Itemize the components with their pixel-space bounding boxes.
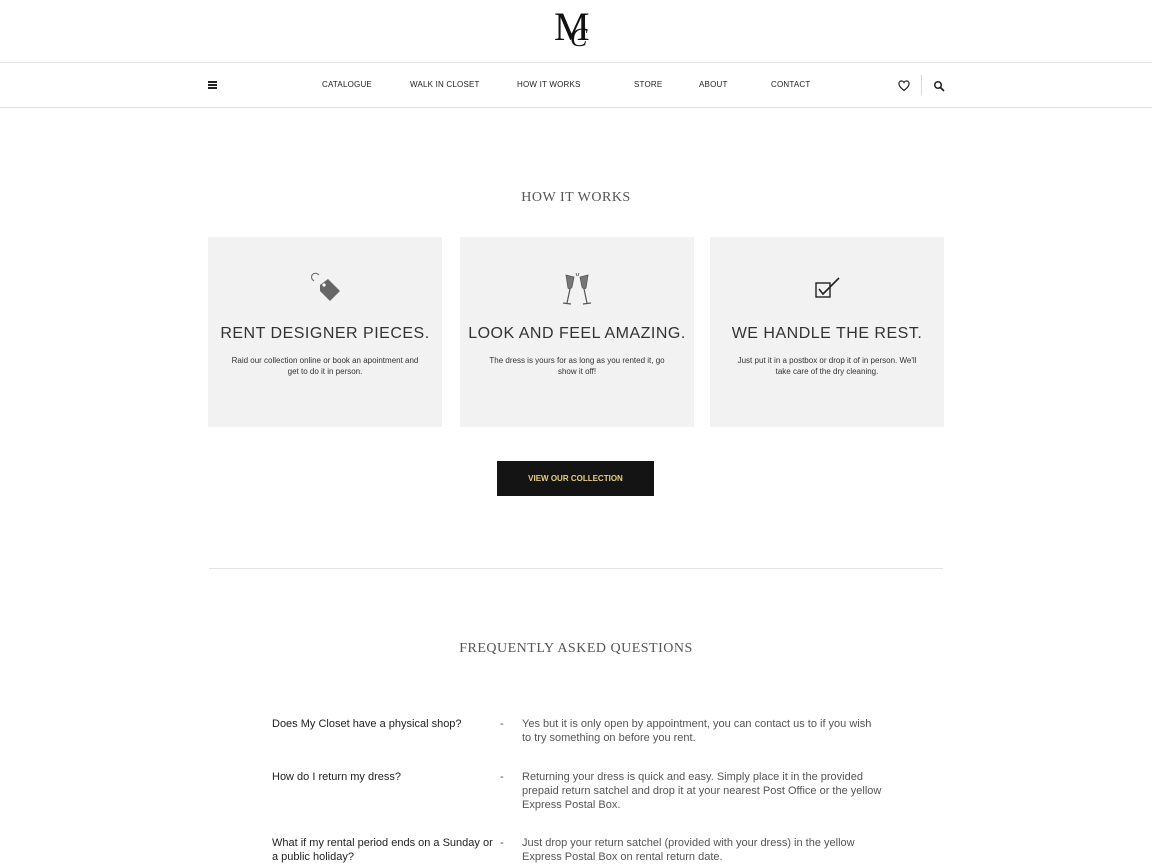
checkbox-icon [710,271,944,307]
champagne-glasses-icon [460,271,694,307]
faq-question: What if my rental period ends on a Sunda… [272,837,493,863]
faq-question: Does My Closet have a physical shop? [272,718,462,730]
faq-title: FREQUENTLY ASKED QUESTIONS [459,641,693,656]
faq-answer: Just drop your return satchel (provided … [522,837,855,863]
faq-dash: - [500,771,504,783]
nav-divider [921,75,922,95]
card-title: LOOK AND FEEL AMAZING. [468,325,686,342]
card-rent: RENT DESIGNER PIECES. Raid our collectio… [208,237,442,427]
faq-question: How do I return my dress? [272,771,401,783]
nav-contact[interactable]: CONTACT [771,80,810,89]
faq-answer: Returning your dress is quick and easy. … [522,771,882,811]
how-it-works-title: HOW IT WORKS [521,190,631,205]
card-title: RENT DESIGNER PIECES. [220,325,430,342]
heart-icon[interactable] [898,79,910,92]
faq-dash: - [500,718,504,730]
nav-how-it-works[interactable]: HOW IT WORKS [517,80,581,89]
nav-catalogue[interactable]: CATALOGUE [322,80,372,89]
menu-icon[interactable] [208,81,217,89]
card-text: Just put it in a postbox or drop it of i… [737,356,917,376]
logo-bar: M C [0,0,1152,63]
nav-walk-in-closet[interactable]: WALK IN CLOSET [410,80,480,89]
site-logo[interactable]: M C [550,6,602,56]
faq-answer: Yes but it is only open by appointment, … [522,718,872,744]
nav-store[interactable]: STORE [634,80,662,89]
logo-letter-c: C [570,23,588,52]
faq-dash: - [500,837,504,849]
main-nav: CATALOGUE WALK IN CLOSET HOW IT WORKS ST… [0,63,1152,108]
card-text: Raid our collection online or book an ap… [231,356,419,376]
section-divider [209,568,943,569]
card-look: LOOK AND FEEL AMAZING. The dress is your… [460,237,694,427]
card-handle: WE HANDLE THE REST. Just put it in a pos… [710,237,944,427]
view-collection-button[interactable]: VIEW OUR COLLECTION [497,461,654,496]
nav-about[interactable]: ABOUT [699,80,728,89]
price-tag-icon [208,271,442,307]
card-title: WE HANDLE THE REST. [731,325,923,342]
search-icon[interactable] [933,79,945,92]
card-text: The dress is yours for as long as you re… [489,356,665,376]
